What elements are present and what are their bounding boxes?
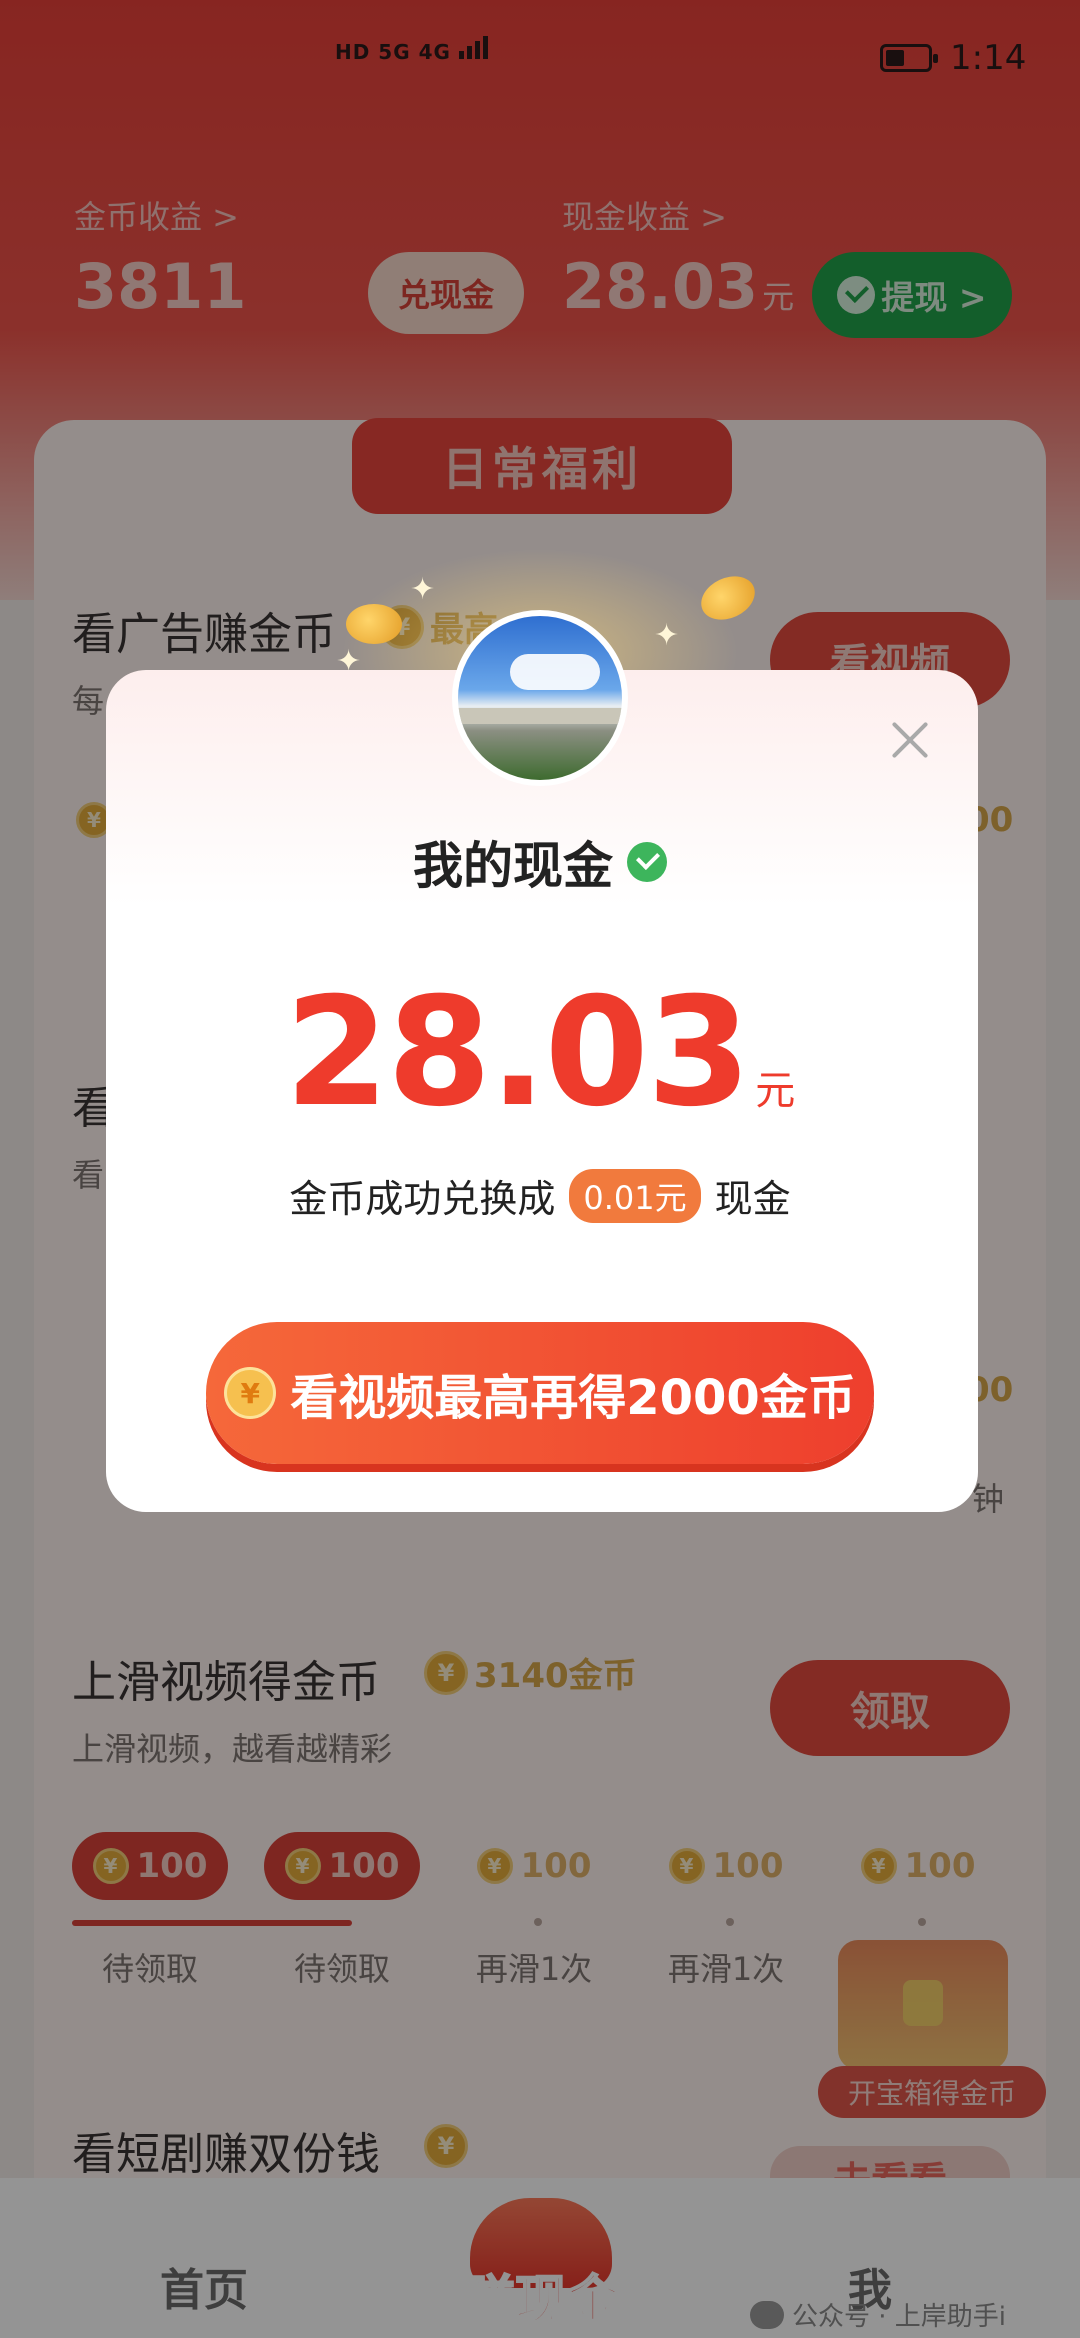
verified-check-icon (627, 842, 667, 882)
floating-coin-icon (346, 604, 402, 644)
sparkle-icon: ✦ (410, 572, 436, 607)
exchange-prefix: 金币成功兑换成 (289, 1177, 556, 1221)
modal-cash-amount: 28.03 (284, 966, 751, 1140)
exchange-suffix: 现金 (714, 1177, 791, 1221)
modal-title-text: 我的现金 (413, 837, 613, 895)
watch-video-bonus-button[interactable]: ¥ 看视频最高再得2000金币 (206, 1322, 874, 1464)
exchange-result: 金币成功兑换成 0.01元 现金 (0, 1168, 1080, 1223)
close-icon[interactable] (880, 710, 940, 770)
user-avatar (452, 610, 628, 786)
sparkle-icon: ✦ (654, 618, 680, 653)
modal-title: 我的现金 (0, 826, 1080, 898)
exchange-amount-badge: 0.01元 (569, 1168, 701, 1223)
cta-label: 看视频最高再得2000金币 (290, 1370, 856, 1426)
modal-cash-unit: 元 (755, 1068, 796, 1114)
app-screen: HD 5G 4G 1:14 金币收益 > 3811 兑现金 现金收益 > 28.… (0, 0, 1080, 2338)
cash-amount-display: 28.03 元 (0, 966, 1080, 1140)
coin-icon: ¥ (224, 1367, 277, 1419)
